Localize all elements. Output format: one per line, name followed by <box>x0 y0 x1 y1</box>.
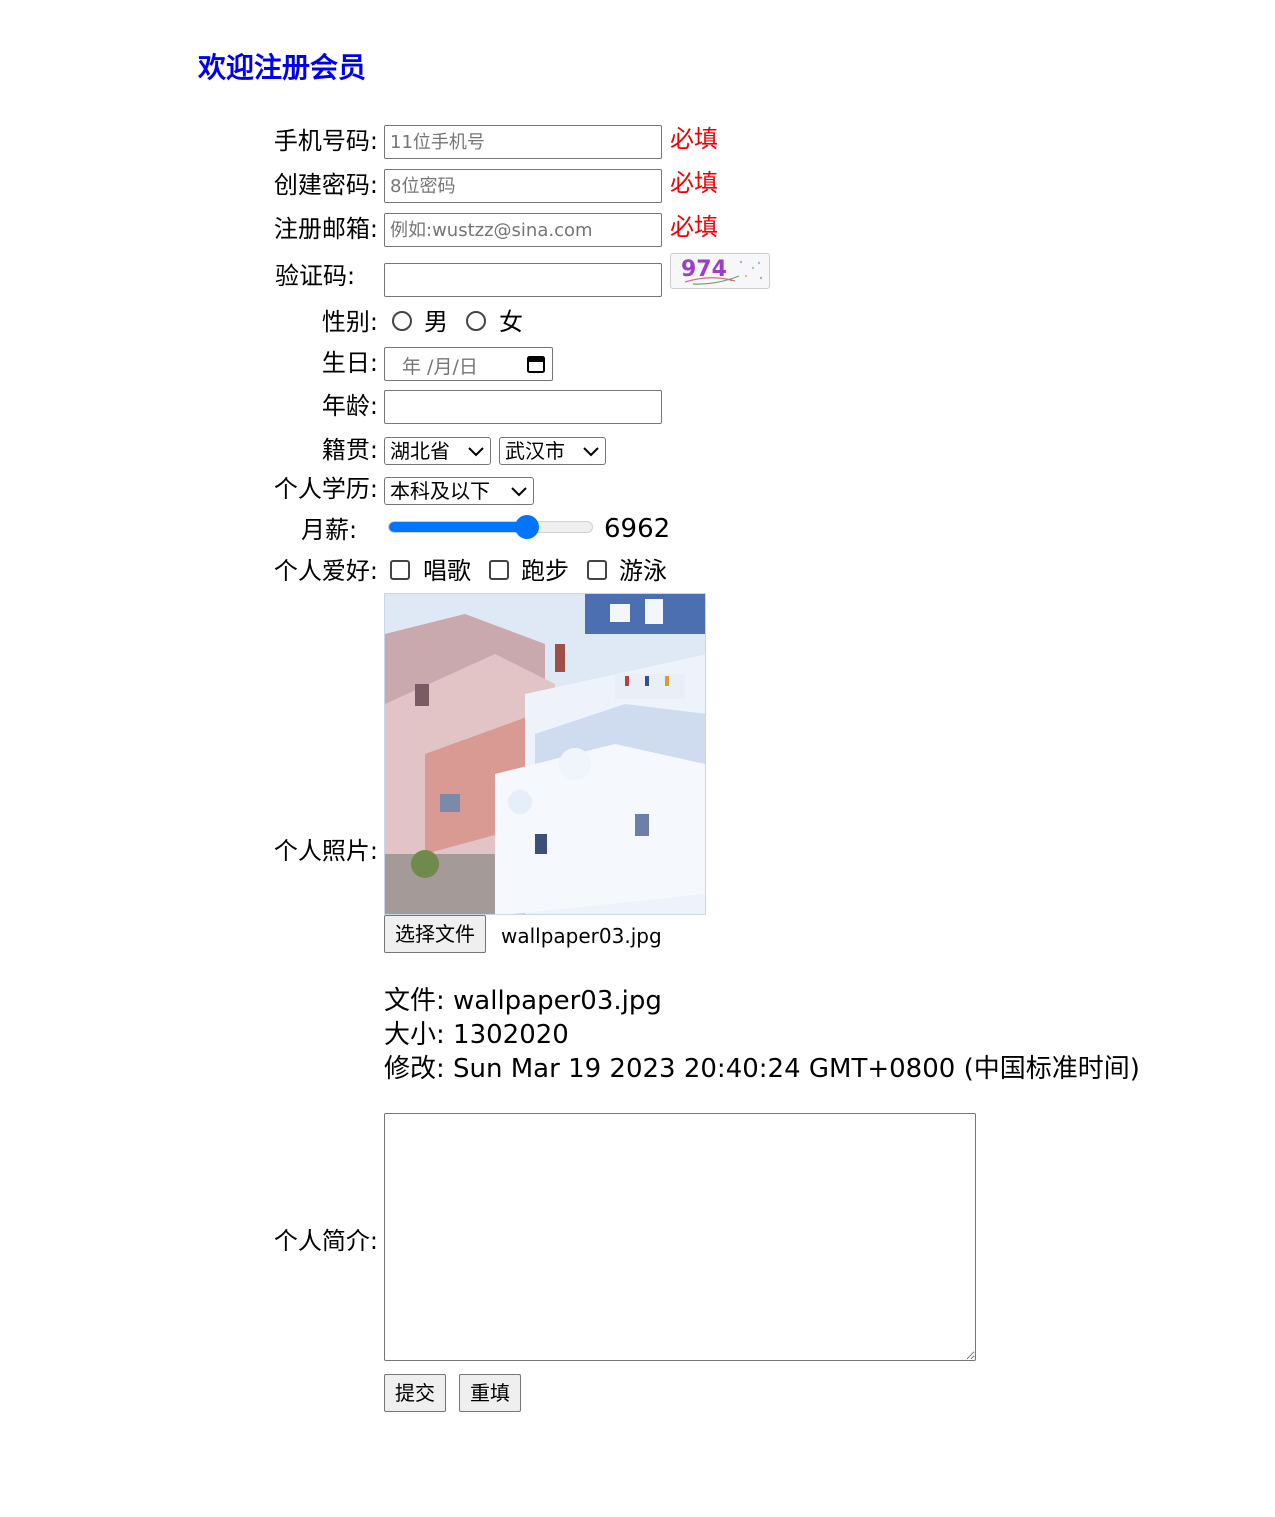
reset-button[interactable]: 重填 <box>459 1374 521 1412</box>
email-label: 注册邮箱: <box>273 215 378 243</box>
phone-required-note: 必填 <box>670 125 718 153</box>
hobby-swimming-checkbox[interactable] <box>587 560 607 580</box>
birthday-label: 生日: <box>321 349 378 377</box>
province-select-value: 湖北省 <box>390 439 450 463</box>
bio-textarea[interactable] <box>384 1113 976 1361</box>
email-required-note: 必填 <box>670 213 718 241</box>
captcha-char: 974 <box>681 257 727 282</box>
birthday-date-input[interactable]: 年 /月/日 <box>384 347 553 381</box>
file-info-name: 文件: wallpaper03.jpg <box>384 986 662 1016</box>
chevron-down-icon <box>583 447 599 457</box>
file-info-modified: 修改: Sun Mar 19 2023 20:40:24 GMT+0800 (中… <box>384 1054 1140 1084</box>
gender-male-label: 男 <box>424 308 448 336</box>
gender-label: 性别: <box>321 308 378 336</box>
hobby-running-checkbox[interactable] <box>489 560 509 580</box>
chevron-down-icon <box>511 487 527 497</box>
gender-female-radio[interactable] <box>466 311 486 331</box>
bio-label: 个人简介: <box>273 1227 378 1255</box>
gender-female-label: 女 <box>499 308 523 336</box>
hometown-label: 籍贯: <box>321 436 378 464</box>
captcha-input[interactable] <box>384 263 662 297</box>
education-select[interactable]: 本科及以下 <box>384 477 534 505</box>
file-info-size: 大小: 1302020 <box>384 1020 569 1050</box>
education-select-value: 本科及以下 <box>390 479 490 503</box>
gender-male-radio[interactable] <box>392 311 412 331</box>
password-required-note: 必填 <box>670 169 718 197</box>
hobby-singing-label: 唱歌 <box>423 557 471 585</box>
hobby-swimming-label: 游泳 <box>619 557 667 585</box>
hobbies-label: 个人爱好: <box>273 557 378 585</box>
education-label: 个人学历: <box>273 475 378 503</box>
salary-label: 月薪: <box>301 516 358 544</box>
salary-slider-fill <box>389 522 529 532</box>
selected-filename: wallpaper03.jpg <box>501 924 662 948</box>
salary-value: 6962 <box>604 514 671 544</box>
calendar-icon[interactable] <box>526 354 546 378</box>
photo-preview <box>384 593 706 915</box>
submit-button[interactable]: 提交 <box>384 1374 446 1412</box>
chevron-down-icon <box>468 447 484 457</box>
hobby-singing-checkbox[interactable] <box>390 560 410 580</box>
province-select[interactable]: 湖北省 <box>384 437 491 465</box>
password-label: 创建密码: <box>273 171 378 199</box>
photo-label: 个人照片: <box>273 837 378 865</box>
email-input[interactable] <box>384 213 662 247</box>
phone-input[interactable] <box>384 125 662 159</box>
city-select[interactable]: 武汉市 <box>499 437 606 465</box>
age-label: 年龄: <box>321 392 378 420</box>
page-title: 欢迎注册会员 <box>198 51 367 84</box>
phone-label: 手机号码: <box>273 127 378 155</box>
captcha-label: 验证码: <box>275 262 356 290</box>
registration-page: 欢迎注册会员 手机号码: 必填 创建密码: 必填 注册邮箱: 必填 验证码: 9… <box>0 0 1275 1517</box>
hobby-running-label: 跑步 <box>521 557 569 585</box>
city-select-value: 武汉市 <box>505 439 565 463</box>
captcha-image[interactable]: 974 <box>670 253 770 289</box>
salary-slider[interactable] <box>388 521 593 533</box>
birthday-date-placeholder: 年 /月/日 <box>402 356 478 378</box>
age-input[interactable] <box>384 390 662 424</box>
salary-slider-thumb[interactable] <box>515 515 540 539</box>
password-input[interactable] <box>384 169 662 203</box>
choose-file-button[interactable]: 选择文件 <box>384 915 486 953</box>
